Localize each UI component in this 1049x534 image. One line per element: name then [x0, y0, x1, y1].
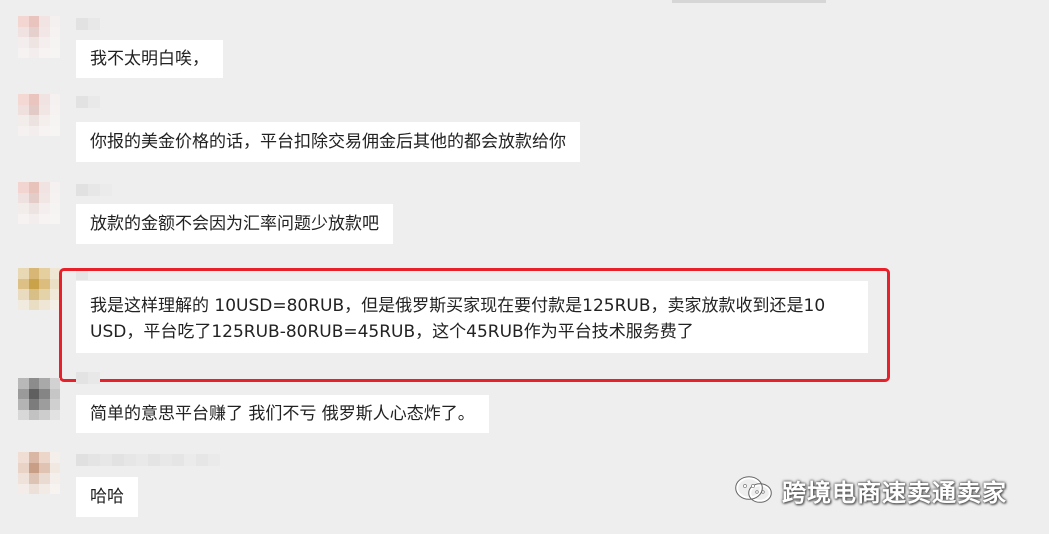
- message-bubble: 简单的意思平台赚了 我们不亏 俄罗斯人心态炸了。: [76, 395, 489, 433]
- message-bubble: 哈哈: [76, 477, 138, 517]
- message-bubble: 我不太明白唉，: [76, 40, 223, 78]
- message-bubble: 放款的金额不会因为汇率问题少放款吧: [76, 204, 393, 244]
- sender-name-blurred: [76, 454, 220, 468]
- avatar[interactable]: [18, 452, 60, 494]
- top-scroll-indicator: [672, 0, 826, 3]
- avatar[interactable]: [18, 378, 60, 420]
- sender-name-blurred: [76, 372, 100, 386]
- sender-name-blurred: [76, 96, 100, 110]
- watermark-text: 跨境电商速卖通卖家: [782, 478, 1007, 507]
- sender-name-blurred: [76, 184, 112, 198]
- watermark: 跨境电商速卖通卖家: [734, 472, 1007, 508]
- wechat-icon: [735, 476, 772, 503]
- avatar[interactable]: [18, 16, 60, 58]
- sender-name-blurred: [76, 18, 100, 32]
- avatar[interactable]: [18, 268, 60, 310]
- highlight-box: [59, 268, 890, 382]
- avatar[interactable]: [18, 182, 60, 224]
- avatar[interactable]: [18, 94, 60, 136]
- message-bubble: 你报的美金价格的话，平台扣除交易佣金后其他的都会放款给你: [76, 122, 580, 162]
